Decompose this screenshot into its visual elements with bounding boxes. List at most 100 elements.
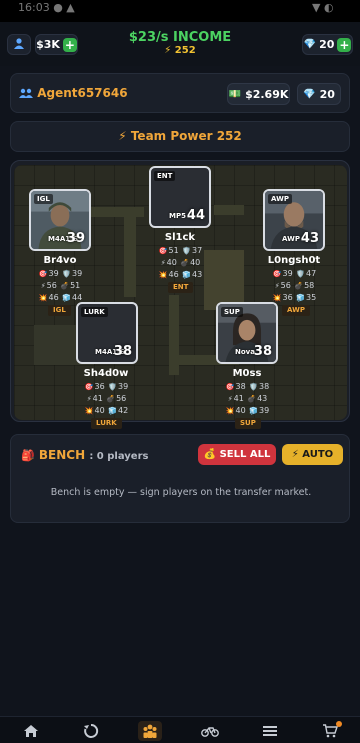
speed-icon: ⚡ bbox=[160, 259, 166, 267]
role-tag: LURK bbox=[81, 307, 108, 317]
speed-icon: ⚡ bbox=[274, 282, 280, 290]
player-stats-row-1: 🎯51 🛡️37 bbox=[132, 246, 228, 255]
brain-icon: 🧊 bbox=[296, 294, 305, 302]
nav-home[interactable] bbox=[19, 721, 43, 741]
bottom-navigation bbox=[0, 716, 360, 743]
player-name: L0ngsh0t bbox=[267, 255, 321, 266]
clutch-icon: 💥 bbox=[38, 294, 48, 302]
player-stats-row-2: ⚡41 💣56 bbox=[58, 394, 154, 403]
home-icon bbox=[23, 724, 39, 738]
player-stats-row-1: 🎯36 🛡️39 bbox=[58, 382, 154, 391]
utility-value: 56 bbox=[116, 394, 127, 403]
gems-display[interactable]: 💎 20 + bbox=[302, 34, 353, 55]
shield-icon: 🛡️ bbox=[62, 270, 71, 278]
player-stats-row-3: 💥40 🧊39 bbox=[199, 406, 295, 415]
iq-value: 43 bbox=[191, 270, 203, 279]
role-tag: ENT bbox=[154, 171, 176, 181]
player-name: Sh4d0w bbox=[83, 368, 129, 379]
money-icon: 💵 bbox=[228, 88, 242, 100]
role-chip: AWP bbox=[282, 305, 310, 316]
defense-value: 39 bbox=[117, 382, 129, 391]
player-stats-row-2: ⚡40 💣40 bbox=[132, 258, 228, 267]
player-card[interactable]: LURK M4A1-S 38 bbox=[76, 302, 138, 364]
refresh-icon bbox=[83, 723, 99, 739]
nav-bike[interactable] bbox=[198, 721, 222, 741]
auto-button[interactable]: ⚡ AUTO bbox=[282, 444, 343, 465]
speed-value: 41 bbox=[92, 394, 103, 403]
role-chip: ENT bbox=[168, 282, 194, 293]
grenade-icon: 💣 bbox=[247, 395, 257, 403]
utility-value: 40 bbox=[190, 258, 201, 267]
player-rating: 38 bbox=[253, 344, 272, 359]
agent-gems: 💎 20 bbox=[297, 83, 341, 105]
bench-count: : 0 players bbox=[89, 451, 149, 462]
role-chip: SUP bbox=[235, 418, 261, 429]
speed-value: 56 bbox=[46, 281, 57, 290]
defense-value: 39 bbox=[71, 269, 83, 278]
agent-money: 💵 $2.69K bbox=[227, 83, 290, 105]
player-rating: 44 bbox=[186, 208, 205, 223]
agents-icon bbox=[19, 86, 37, 100]
nav-shop[interactable] bbox=[318, 721, 342, 741]
weapon-label: Nova bbox=[235, 348, 255, 356]
player-card[interactable]: AWP AWP 43 bbox=[263, 189, 325, 251]
defense-value: 38 bbox=[258, 382, 270, 391]
aim-icon: 🎯 bbox=[272, 270, 282, 278]
iq-value: 42 bbox=[117, 406, 129, 415]
status-bar-icons-fragment: ▼ ◐ bbox=[312, 1, 334, 14]
team-icon bbox=[142, 724, 158, 738]
speed-icon: ⚡ bbox=[86, 395, 92, 403]
player-card[interactable]: ENT MP5 44 bbox=[149, 166, 211, 228]
top-header: $3K + $23/s INCOME ⚡ 252 💎 20 + bbox=[0, 22, 360, 66]
speed-icon: ⚡ bbox=[40, 282, 46, 290]
clutch-value: 40 bbox=[94, 406, 105, 415]
utility-value: 51 bbox=[70, 281, 81, 290]
player-stats-row-2: ⚡41 💣43 bbox=[199, 394, 295, 403]
shield-icon: 🛡️ bbox=[182, 247, 191, 255]
weapon-label: AWP bbox=[282, 235, 300, 243]
add-gems-icon[interactable]: + bbox=[337, 37, 352, 52]
aim-icon: 🎯 bbox=[84, 383, 94, 391]
clutch-icon: 💥 bbox=[225, 407, 235, 415]
player-stats-row-1: 🎯39 🛡️47 bbox=[246, 269, 342, 278]
nav-list[interactable] bbox=[258, 721, 282, 741]
iq-value: 35 bbox=[305, 293, 317, 302]
player-card[interactable]: SUP Nova 38 bbox=[216, 302, 278, 364]
bench-empty-message: Bench is empty — sign players on the tra… bbox=[50, 487, 312, 498]
brain-icon: 🧊 bbox=[182, 271, 191, 279]
agent-name-text: Agent657646 bbox=[37, 86, 128, 100]
aim-icon: 🎯 bbox=[225, 383, 235, 391]
brain-icon: 🧊 bbox=[62, 294, 71, 302]
sell-all-button[interactable]: 💰 SELL ALL bbox=[198, 444, 276, 465]
speed-icon: ⚡ bbox=[227, 395, 233, 403]
shield-icon: 🛡️ bbox=[249, 383, 258, 391]
aim-value: 39 bbox=[48, 269, 59, 278]
player-rating: 39 bbox=[66, 231, 85, 246]
grenade-icon: 💣 bbox=[294, 282, 304, 290]
clutch-icon: 💥 bbox=[158, 271, 168, 279]
player-card[interactable]: IGL M4A1-S 39 bbox=[29, 189, 91, 251]
shield-icon: 🛡️ bbox=[296, 270, 305, 278]
clutch-value: 40 bbox=[235, 406, 246, 415]
agent-name[interactable]: Agent657646 bbox=[19, 86, 128, 100]
player-stats-row-3: 💥46 🧊44 bbox=[12, 293, 108, 302]
nav-refresh[interactable] bbox=[79, 721, 103, 741]
aim-value: 51 bbox=[168, 246, 179, 255]
player-name: Sl1ck bbox=[164, 232, 196, 243]
list-icon bbox=[263, 725, 277, 737]
utility-value: 43 bbox=[257, 394, 268, 403]
map-wall bbox=[214, 205, 244, 215]
nav-team[interactable] bbox=[138, 721, 162, 741]
clutch-icon: 💥 bbox=[272, 294, 282, 302]
player-stats-row-2: ⚡56 💣51 bbox=[12, 281, 108, 290]
bench-title: 🎒 BENCH : 0 players bbox=[21, 448, 148, 462]
role-chip: LURK bbox=[91, 418, 122, 429]
player-name: M0ss bbox=[232, 368, 262, 379]
aim-value: 39 bbox=[282, 269, 293, 278]
clutch-value: 36 bbox=[282, 293, 293, 302]
role-tag: SUP bbox=[221, 307, 243, 317]
aim-icon: 🎯 bbox=[38, 270, 48, 278]
role-tag: IGL bbox=[34, 194, 53, 204]
grenade-icon: 💣 bbox=[180, 259, 190, 267]
bench-title-text: BENCH bbox=[38, 448, 86, 462]
